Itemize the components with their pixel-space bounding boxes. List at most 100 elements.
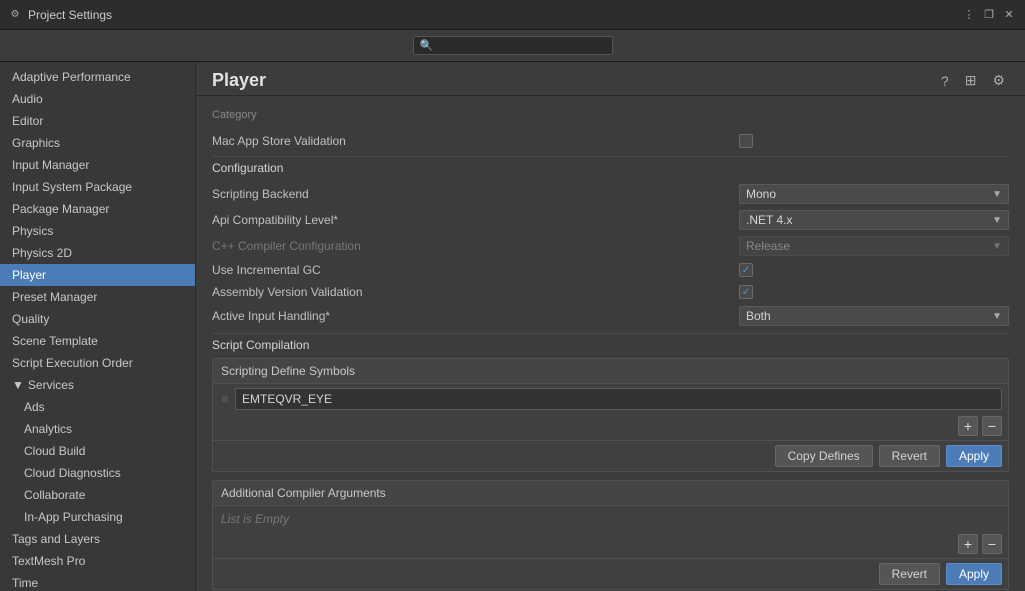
scripting-backend-dropdown[interactable]: Mono ▼: [739, 184, 1009, 204]
sidebar-item-in-app-purchasing[interactable]: In-App Purchasing: [0, 506, 195, 528]
add-define-button[interactable]: +: [958, 416, 978, 436]
sidebar-item-analytics[interactable]: Analytics: [0, 418, 195, 440]
revert-defines-button[interactable]: Revert: [879, 445, 940, 467]
sidebar-item-physics[interactable]: Physics: [0, 220, 195, 242]
menu-button[interactable]: ⋮: [961, 7, 977, 23]
sidebar-item-input-system-package[interactable]: Input System Package: [0, 176, 195, 198]
restore-button[interactable]: ❐: [981, 7, 997, 23]
sidebar-item-ads[interactable]: Ads: [0, 396, 195, 418]
mac-app-store-value: [739, 134, 1009, 148]
mac-app-store-row: Category: [212, 104, 1009, 130]
active-input-arrow: ▼: [992, 311, 1002, 322]
sidebar-item-tags-and-layers[interactable]: Tags and Layers: [0, 528, 195, 550]
sidebar-item-editor[interactable]: Editor: [0, 110, 195, 132]
search-input[interactable]: [437, 40, 605, 52]
api-compatibility-arrow: ▼: [992, 215, 1002, 226]
sidebar-item-graphics[interactable]: Graphics: [0, 132, 195, 154]
sidebar-item-scene-template[interactable]: Scene Template: [0, 330, 195, 352]
sidebar-item-time[interactable]: Time: [0, 572, 195, 591]
cpp-compiler-label: C++ Compiler Configuration: [212, 239, 739, 253]
presets-button[interactable]: ⊞: [961, 70, 981, 91]
window-controls: ⋮ ❐ ✕: [961, 7, 1017, 23]
compiler-args-empty: List is Empty: [213, 506, 1008, 532]
copy-defines-button[interactable]: Copy Defines: [775, 445, 873, 467]
configuration-section-header: Configuration: [212, 161, 1009, 175]
cpp-compiler-dropdown[interactable]: Release ▼: [739, 236, 1009, 256]
revert-compiler-button[interactable]: Revert: [879, 563, 940, 585]
sidebar-item-input-manager[interactable]: Input Manager: [0, 154, 195, 176]
content-header: Player ? ⊞ ⚙: [196, 62, 1025, 96]
use-incremental-gc-label: Use Incremental GC: [212, 263, 739, 277]
close-button[interactable]: ✕: [1001, 7, 1017, 23]
script-compilation-header: Script Compilation: [212, 338, 1009, 352]
assembly-version-checkbox[interactable]: [739, 285, 753, 299]
sidebar-item-services[interactable]: ▼Services: [0, 374, 195, 396]
scripting-backend-arrow: ▼: [992, 189, 1002, 200]
cpp-compiler-row: C++ Compiler Configuration Release ▼: [212, 233, 1009, 259]
scripting-backend-value: Mono ▼: [739, 184, 1009, 204]
sidebar-item-audio[interactable]: Audio: [0, 88, 195, 110]
sidebar-item-player[interactable]: Player: [0, 264, 195, 286]
assembly-version-value: [739, 285, 1009, 299]
content-area: Player ? ⊞ ⚙ Category Mac App Store Vali…: [196, 62, 1025, 591]
api-compatibility-text: .NET 4.x: [746, 213, 792, 227]
sidebar-item-script-execution-order[interactable]: Script Execution Order: [0, 352, 195, 374]
sidebar-item-cloud-build[interactable]: Cloud Build: [0, 440, 195, 462]
add-compiler-arg-button[interactable]: +: [958, 534, 978, 554]
title-bar-title: Project Settings: [28, 8, 961, 22]
scripting-backend-row: Scripting Backend Mono ▼: [212, 181, 1009, 207]
settings-icon: ⚙: [8, 8, 22, 22]
sidebar-item-preset-manager[interactable]: Preset Manager: [0, 286, 195, 308]
mac-app-store-label: Mac App Store Validation: [212, 134, 739, 148]
mac-app-store-checkbox-wrap[interactable]: [739, 134, 753, 148]
main-layout: Adaptive PerformanceAudioEditorGraphicsI…: [0, 62, 1025, 591]
compiler-add-remove-row: + −: [213, 532, 1008, 558]
cpp-compiler-arrow: ▼: [992, 241, 1002, 252]
active-input-row: Active Input Handling* Both ▼: [212, 303, 1009, 329]
remove-define-button[interactable]: −: [982, 416, 1002, 436]
use-incremental-gc-wrap[interactable]: [739, 263, 753, 277]
search-bar: 🔍: [0, 30, 1025, 62]
cpp-compiler-text: Release: [746, 239, 790, 253]
sidebar-item-cloud-diagnostics[interactable]: Cloud Diagnostics: [0, 462, 195, 484]
sidebar: Adaptive PerformanceAudioEditorGraphicsI…: [0, 62, 196, 591]
sidebar-item-physics-2d[interactable]: Physics 2D: [0, 242, 195, 264]
mac-app-store-checkbox[interactable]: [739, 134, 753, 148]
define-symbols-input[interactable]: [235, 388, 1002, 410]
use-incremental-gc-checkbox[interactable]: [739, 263, 753, 277]
active-input-text: Both: [746, 309, 771, 323]
api-compatibility-dropdown[interactable]: .NET 4.x ▼: [739, 210, 1009, 230]
active-input-value: Both ▼: [739, 306, 1009, 326]
mac-app-store-validation-row: Mac App Store Validation: [212, 130, 1009, 152]
search-icon: 🔍: [420, 39, 434, 52]
sidebar-item-adaptive-performance[interactable]: Adaptive Performance: [0, 66, 195, 88]
compiler-args-header: Additional Compiler Arguments: [213, 481, 1008, 506]
help-button[interactable]: ?: [937, 71, 953, 91]
compiler-args-box: Additional Compiler Arguments List is Em…: [212, 480, 1009, 590]
apply-defines-button[interactable]: Apply: [946, 445, 1002, 467]
sidebar-item-package-manager[interactable]: Package Manager: [0, 198, 195, 220]
active-input-dropdown[interactable]: Both ▼: [739, 306, 1009, 326]
sidebar-item-collaborate[interactable]: Collaborate: [0, 484, 195, 506]
search-wrap[interactable]: 🔍: [413, 36, 613, 55]
drag-handle[interactable]: ≡: [219, 388, 231, 410]
compiler-action-row: Revert Apply: [213, 558, 1008, 589]
sidebar-item-quality[interactable]: Quality: [0, 308, 195, 330]
script-compilation-box: Scripting Define Symbols ≡ + − Copy Defi…: [212, 358, 1009, 472]
more-options-button[interactable]: ⚙: [988, 70, 1009, 91]
cpp-compiler-value: Release ▼: [739, 236, 1009, 256]
remove-compiler-arg-button[interactable]: −: [982, 534, 1002, 554]
header-icons: ? ⊞ ⚙: [937, 70, 1009, 91]
use-incremental-gc-row: Use Incremental GC: [212, 259, 1009, 281]
separator-1: [212, 156, 1009, 157]
apply-compiler-button[interactable]: Apply: [946, 563, 1002, 585]
assembly-version-label: Assembly Version Validation: [212, 285, 739, 299]
page-title: Player: [212, 70, 937, 91]
assembly-version-wrap[interactable]: [739, 285, 753, 299]
assembly-version-row: Assembly Version Validation: [212, 281, 1009, 303]
api-compatibility-value: .NET 4.x ▼: [739, 210, 1009, 230]
category-label: Category: [212, 107, 1009, 123]
content-scroll: Category Mac App Store Validation Config…: [196, 96, 1025, 591]
title-bar: ⚙ Project Settings ⋮ ❐ ✕: [0, 0, 1025, 30]
sidebar-item-textmesh-pro[interactable]: TextMesh Pro: [0, 550, 195, 572]
